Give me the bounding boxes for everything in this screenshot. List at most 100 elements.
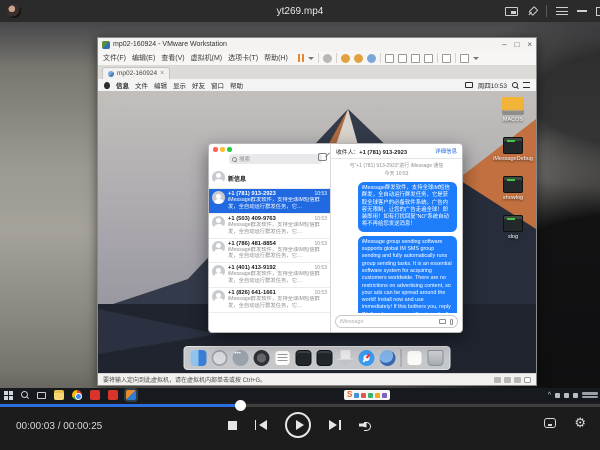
settings-gear-icon[interactable]: ⚙ (574, 416, 586, 429)
terminal-icon[interactable] (317, 350, 333, 366)
search-input[interactable]: 搜索 (229, 154, 322, 164)
vmware-minimize-button[interactable]: – (502, 38, 506, 51)
conversation-row[interactable]: +1 (786) 481-885410:53 iMessage群发软件，支持全球… (209, 239, 330, 264)
mac-menu-edit[interactable]: 编辑 (154, 80, 167, 90)
cd-icon[interactable] (504, 377, 511, 383)
vm-tab-close-icon[interactable]: × (160, 70, 164, 77)
monitor-dropdown-icon[interactable] (473, 57, 479, 60)
menu-tabs[interactable]: 选项卡(T) (228, 53, 258, 63)
snapshot-manage-icon[interactable] (367, 54, 376, 63)
network-icon[interactable] (514, 377, 521, 383)
mac-menu-view[interactable]: 显示 (173, 80, 186, 90)
mini-player-icon[interactable] (505, 7, 518, 16)
vm-tab[interactable]: mp02-160924 × (102, 67, 170, 79)
apple-logo-icon[interactable] (104, 82, 110, 89)
previous-button[interactable] (255, 420, 267, 430)
menu-view[interactable]: 查看(V) (161, 53, 184, 63)
cast-device-icon[interactable] (544, 418, 556, 428)
mac-menu-buddies[interactable]: 好友 (192, 80, 205, 90)
chrome-icon[interactable] (72, 390, 82, 400)
textedit-icon[interactable] (275, 350, 291, 366)
details-button[interactable]: 详细信息 (435, 147, 457, 155)
vmware-maximize-button[interactable]: □ (514, 38, 519, 51)
spotlight-icon[interactable] (512, 82, 518, 88)
display-icon[interactable] (465, 82, 473, 88)
desktop-icon-showlog[interactable]: showlog (496, 176, 530, 201)
minimize-traffic-light[interactable] (220, 147, 225, 152)
tray-icon[interactable] (564, 393, 569, 398)
app-red-icon[interactable] (108, 390, 118, 400)
send-ctrl-alt-del-icon[interactable] (323, 54, 332, 63)
conversation-row[interactable]: +1 (503) 409-976310:53 iMessage群发软件，支持全球… (209, 214, 330, 239)
menu-edit[interactable]: 编辑(E) (132, 53, 155, 63)
system-tray[interactable]: ^ (548, 388, 598, 402)
system-preferences-icon[interactable] (254, 350, 270, 366)
app-red-icon[interactable] (90, 390, 100, 400)
document-icon[interactable] (407, 350, 423, 366)
thumbnail-bar-icon[interactable] (398, 54, 407, 63)
camera-icon[interactable] (439, 319, 446, 324)
file-explorer-icon[interactable] (54, 390, 64, 400)
notification-center-icon[interactable] (523, 82, 530, 88)
conversation-row[interactable]: +1 (781) 913-292310:53 iMessage群发软件，支持全球… (209, 189, 330, 214)
start-button[interactable] (4, 391, 13, 400)
conversation-row[interactable]: +1 (401) 413-919210:53 iMessage群发软件，支持全球… (209, 263, 330, 288)
mac-menu-window[interactable]: 窗口 (211, 80, 224, 90)
task-view-icon[interactable] (37, 392, 46, 399)
maximize-icon[interactable] (596, 7, 600, 16)
seek-bar[interactable] (0, 404, 600, 407)
launchpad-icon[interactable] (212, 350, 228, 366)
activity-monitor-icon[interactable] (296, 350, 312, 366)
taskbar-search-icon[interactable] (21, 391, 29, 399)
volume-button[interactable] (359, 420, 373, 431)
snapshot-take-icon[interactable] (341, 54, 350, 63)
menu-vm[interactable]: 虚拟机(M) (191, 53, 223, 63)
compose-button[interactable] (318, 153, 327, 161)
mac-menu-help[interactable]: 帮助 (230, 80, 243, 90)
network-app-icon[interactable] (380, 350, 396, 366)
tray-icon[interactable] (573, 393, 578, 398)
library-panel-icon[interactable] (385, 54, 394, 63)
pin-icon[interactable] (525, 4, 539, 18)
message-bubble-icon[interactable] (524, 377, 531, 383)
menu-help[interactable]: 帮助(H) (264, 53, 288, 63)
pause-dropdown-icon[interactable] (308, 57, 314, 60)
next-button[interactable] (329, 420, 341, 430)
messages-icon[interactable] (233, 350, 249, 366)
desktop-icon-macos[interactable]: MACOS (496, 97, 530, 123)
mac-menu-messages[interactable]: 信息 (116, 80, 129, 90)
hard-disk-icon[interactable] (494, 377, 501, 383)
message-input[interactable]: iMessage (335, 315, 458, 328)
desktop-icon-slog[interactable]: slog (496, 215, 530, 240)
seek-handle[interactable] (235, 400, 246, 411)
trash-icon[interactable] (428, 350, 444, 366)
installer-icon[interactable] (338, 350, 354, 366)
pause-vm-button[interactable] (298, 54, 305, 62)
play-button[interactable] (285, 412, 311, 438)
ime-toolbar[interactable]: S (344, 390, 390, 400)
menu-icon[interactable] (556, 7, 568, 15)
safari-icon[interactable] (359, 350, 375, 366)
taskbar-clock[interactable] (582, 392, 598, 398)
zoom-traffic-light[interactable] (227, 147, 232, 152)
conversation-row[interactable]: +1 (826) 641-166110:53 iMessage群发软件，支持全球… (209, 288, 330, 313)
tray-expand-icon[interactable]: ^ (548, 392, 551, 399)
vmware-close-button[interactable]: × (527, 38, 532, 51)
microphone-icon[interactable] (450, 319, 453, 325)
close-traffic-light[interactable] (213, 147, 218, 152)
active-app-icon[interactable] (126, 390, 136, 400)
console-view-icon[interactable] (442, 54, 451, 63)
list-item-new-message[interactable]: 新信息 (209, 166, 330, 189)
unity-mode-icon[interactable] (424, 54, 433, 63)
menu-file[interactable]: 文件(F) (103, 53, 126, 63)
macos-screen[interactable]: 信息 文件 编辑 显示 好友 窗口 帮助 周四10:53 (98, 79, 536, 373)
stop-button[interactable] (228, 421, 237, 430)
chat-transcript[interactable]: 与“+1 (781) 913-2923”进行 iMessage 通信 今天 10… (331, 159, 462, 313)
fullscreen-icon[interactable] (411, 54, 420, 63)
video-frame[interactable]: mp02-160924 - VMware Workstation – □ × 文… (0, 22, 600, 402)
snapshot-revert-icon[interactable] (354, 54, 363, 63)
mac-menu-file[interactable]: 文件 (135, 80, 148, 90)
finder-icon[interactable] (191, 350, 207, 366)
desktop-icon-imessagedebug[interactable]: iMessageDebug (496, 137, 530, 162)
external-monitor-icon[interactable] (460, 54, 469, 63)
